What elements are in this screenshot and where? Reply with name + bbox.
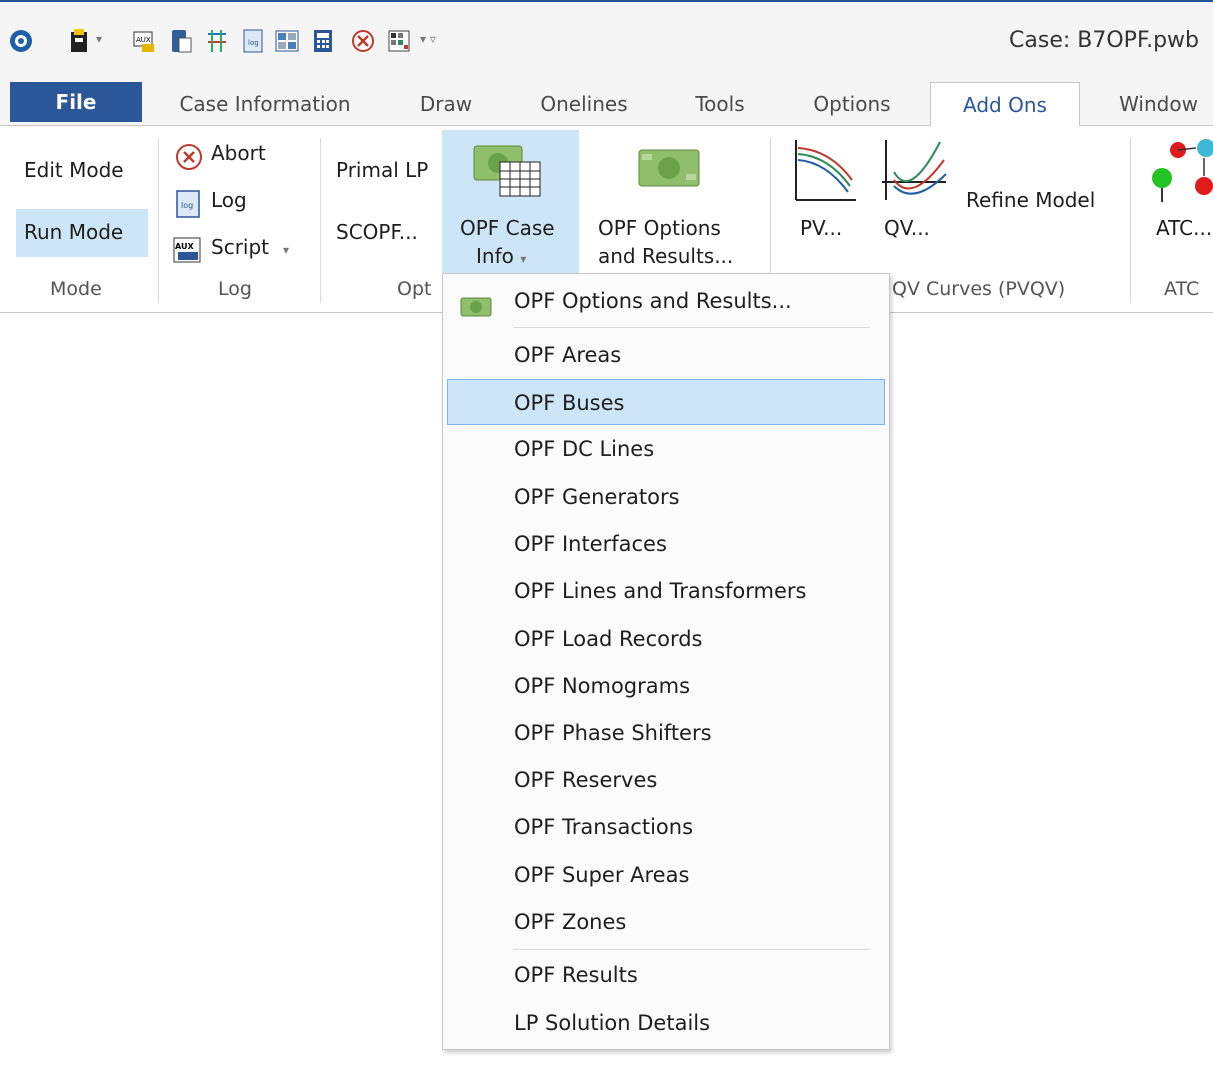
menu-item-opf-buses[interactable]: OPF Buses	[447, 379, 885, 425]
log-icon[interactable]: log	[238, 26, 268, 56]
case-title: Case: B7OPF.pwb	[1009, 28, 1199, 53]
menu-item-label: OPF Zones	[514, 910, 627, 934]
app-logo-icon[interactable]	[6, 26, 36, 56]
group-label-opf: Opt	[397, 278, 432, 300]
menu-item-label: OPF Results	[514, 963, 638, 987]
menu-item-label: OPF Reserves	[514, 768, 658, 792]
run-mode-button[interactable]: Run Mode	[24, 220, 123, 244]
menu-item-opf-generators[interactable]: OPF Generators	[447, 474, 885, 520]
scopf-button[interactable]: SCOPF...	[336, 220, 418, 244]
menu-item-label: OPF Lines and Transformers	[514, 579, 807, 603]
opf-case-info-line1[interactable]: OPF Case	[460, 216, 555, 240]
menu-item-label: OPF Phase Shifters	[514, 721, 712, 745]
grid-icon[interactable]	[272, 26, 302, 56]
menu-item-opf-super-areas[interactable]: OPF Super Areas	[447, 852, 885, 898]
menu-separator	[513, 327, 870, 328]
chevron-down-icon: ▾	[520, 252, 527, 266]
svg-text:log: log	[248, 39, 259, 47]
menu-item-label: OPF Generators	[514, 485, 680, 509]
primal-lp-button[interactable]: Primal LP	[336, 158, 428, 182]
menu-item-opf-results[interactable]: OPF Results	[447, 952, 885, 998]
menu-item-label: OPF Super Areas	[514, 863, 690, 887]
group-divider	[158, 138, 159, 303]
menu-separator	[513, 949, 870, 950]
matrix-icon[interactable]	[384, 26, 414, 56]
tab-file[interactable]: File	[10, 82, 142, 122]
svg-text:log: log	[181, 201, 193, 210]
aux-icon[interactable]: AUX	[130, 26, 160, 56]
group-label-log: Log	[218, 278, 252, 300]
qv-curve-icon	[880, 136, 950, 210]
group-label-pvqv: QV Curves (PVQV)	[892, 278, 1066, 300]
svg-text:AUX: AUX	[175, 242, 194, 251]
oneline-icon[interactable]	[202, 26, 232, 56]
tab-options[interactable]: Options	[796, 82, 908, 126]
menu-item-label: OPF Load Records	[514, 627, 703, 651]
menu-item-opf-options-and-results[interactable]: OPF Options and Results...	[447, 278, 885, 324]
calculator-icon[interactable]	[308, 26, 338, 56]
quick-access-drop-icon[interactable]: ▾	[96, 32, 102, 46]
abort-button[interactable]: Abort	[211, 141, 266, 165]
atc-button[interactable]: ATC...	[1156, 216, 1212, 240]
opf-options-line2[interactable]: and Results...	[598, 244, 733, 268]
menu-item-opf-areas[interactable]: OPF Areas	[447, 332, 885, 378]
menu-item-opf-reserves[interactable]: OPF Reserves	[447, 757, 885, 803]
menu-item-label: OPF Transactions	[514, 815, 694, 839]
abort-icon	[174, 142, 204, 176]
database-icon[interactable]	[166, 26, 196, 56]
tab-window[interactable]: Window	[1104, 82, 1213, 126]
abort-icon[interactable]	[348, 26, 378, 56]
tab-case-information[interactable]: Case Information	[162, 82, 368, 126]
tab-tools[interactable]: Tools	[680, 82, 760, 126]
chevron-down-icon: ▾	[275, 243, 290, 257]
menu-item-opf-transactions[interactable]: OPF Transactions	[447, 804, 885, 850]
ribbon-tab-bar: File Case Information Draw Onelines Tool…	[0, 82, 1213, 127]
atc-icon	[1148, 136, 1213, 210]
log-button[interactable]: Log	[211, 188, 247, 212]
menu-item-opf-interfaces[interactable]: OPF Interfaces	[447, 521, 885, 567]
menu-item-opf-phase-shifters[interactable]: OPF Phase Shifters	[447, 710, 885, 756]
money-icon	[459, 289, 493, 335]
menu-item-lp-solution-details[interactable]: LP Solution Details	[447, 1000, 885, 1046]
group-divider	[320, 138, 321, 303]
menu-item-opf-zones[interactable]: OPF Zones	[447, 899, 885, 945]
group-label-atc: ATC	[1164, 278, 1200, 300]
script-label: Script	[211, 235, 270, 259]
money-icon	[636, 144, 702, 196]
tab-draw[interactable]: Draw	[404, 82, 488, 126]
money-table-icon	[470, 142, 550, 204]
menu-item-label: OPF Options and Results...	[514, 289, 792, 313]
quick-access-more-icon[interactable]: ▾ ▿	[420, 32, 436, 46]
opf-options-line1[interactable]: OPF Options	[598, 216, 721, 240]
script-icon: AUX	[172, 234, 204, 270]
refine-model-button[interactable]: Refine Model	[966, 188, 1095, 212]
menu-item-opf-load-records[interactable]: OPF Load Records	[447, 616, 885, 662]
menu-item-label: LP Solution Details	[514, 1011, 711, 1035]
opf-case-info-menu: OPF Options and Results... OPF Areas OPF…	[442, 273, 890, 1050]
title-bar: ▾ AUX log ▾ ▿ Case: B7OPF.pwb	[0, 0, 1213, 82]
svg-text:AUX: AUX	[136, 36, 151, 44]
pv-button[interactable]: PV...	[800, 216, 842, 240]
tab-onelines[interactable]: Onelines	[524, 82, 644, 126]
menu-item-label: OPF Interfaces	[514, 532, 667, 556]
group-label-mode: Mode	[50, 278, 102, 300]
script-button[interactable]: Script ▾	[211, 235, 289, 259]
qv-button[interactable]: QV...	[884, 216, 930, 240]
opf-case-info-line2: Info	[476, 244, 514, 268]
menu-item-label: OPF Buses	[514, 391, 625, 415]
menu-item-label: OPF Nomograms	[514, 674, 691, 698]
group-divider	[1130, 138, 1131, 303]
tab-add-ons[interactable]: Add Ons	[930, 82, 1080, 127]
menu-item-label: OPF Areas	[514, 343, 622, 367]
menu-item-opf-lines-and-transformers[interactable]: OPF Lines and Transformers	[447, 568, 885, 614]
menu-item-label: OPF DC Lines	[514, 437, 655, 461]
new-case-icon[interactable]	[64, 26, 94, 56]
opf-case-info-button[interactable]: Info ▾	[476, 244, 526, 268]
log-icon: log	[174, 189, 202, 223]
pv-curve-icon	[790, 136, 860, 210]
edit-mode-button[interactable]: Edit Mode	[24, 158, 124, 182]
menu-item-opf-nomograms[interactable]: OPF Nomograms	[447, 663, 885, 709]
menu-item-opf-dc-lines[interactable]: OPF DC Lines	[447, 426, 885, 472]
